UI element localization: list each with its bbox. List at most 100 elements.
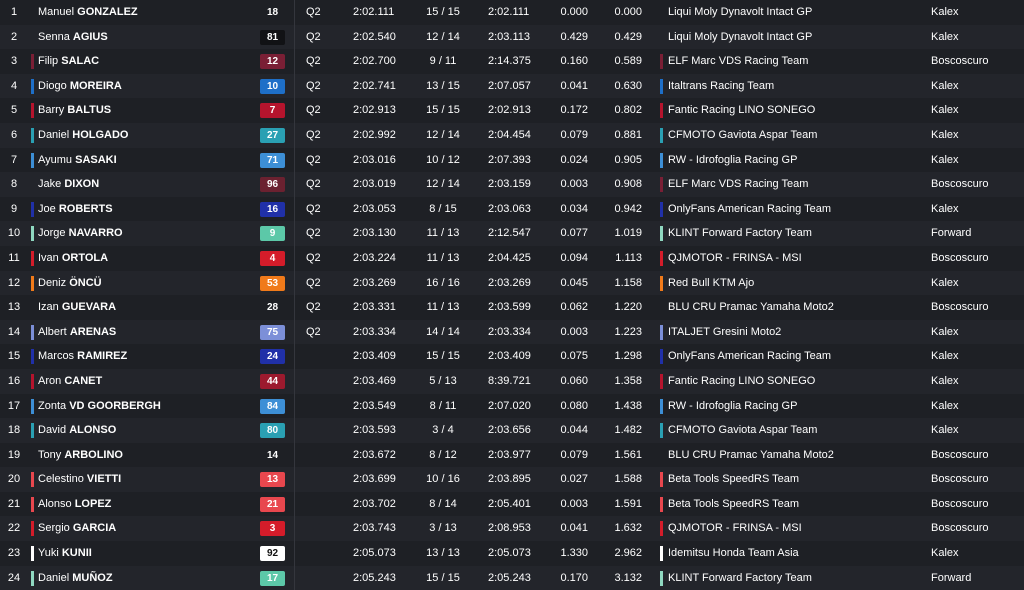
rider-last-name: CANET	[64, 374, 103, 387]
table-row[interactable]: 23 Yuki KUNII 92 2:05.073 13 / 13 2:05.0…	[0, 541, 1024, 566]
rider-first-name: Celestino	[38, 473, 84, 486]
column-divider	[294, 368, 295, 394]
rider-number-badge: 21	[260, 496, 285, 512]
gap-leader: 2.962	[614, 547, 642, 560]
table-row[interactable]: 10 Jorge NAVARRO 9 Q2 2:03.130 11 / 13 2…	[0, 221, 1024, 246]
rider-name[interactable]: Joe ROBERTS	[38, 197, 113, 222]
rider-team-color-bar	[31, 496, 34, 512]
table-row[interactable]: 19 Tony ARBOLINO 14 2:03.672 8 / 12 2:03…	[0, 442, 1024, 468]
rider-name[interactable]: Celestino VIETTI	[38, 467, 121, 492]
last-lap-time: 2:08.953	[488, 522, 531, 535]
table-row[interactable]: 11 Ivan ORTOLA 4 Q2 2:03.224 11 / 13 2:0…	[0, 245, 1024, 271]
rider-number-badge: 28	[266, 302, 279, 314]
team-name: KLINT Forward Factory Team	[668, 571, 812, 584]
table-row[interactable]: 4 Diogo MOREIRA 10 Q2 2:02.741 13 / 15 2…	[0, 73, 1024, 99]
position: 15	[7, 350, 21, 363]
rider-name[interactable]: Senna AGIUS	[38, 25, 108, 50]
table-row[interactable]: 12 Deniz ÖNCÜ 53 Q2 2:03.269 16 / 16 2:0…	[0, 270, 1024, 296]
rider-number-badge: 10	[260, 78, 285, 94]
best-lap-time: 2:02.992	[353, 128, 396, 141]
rider-name[interactable]: Diogo MOREIRA	[38, 74, 122, 99]
constructor-name: Kalex	[931, 325, 959, 338]
position: 13	[7, 301, 21, 314]
rider-team-color-bar	[31, 250, 34, 266]
last-lap-time: 2:03.113	[488, 30, 531, 43]
rider-name[interactable]: Alonso LOPEZ	[38, 492, 111, 517]
column-divider	[294, 245, 295, 271]
best-lap-time: 2:03.269	[353, 276, 396, 289]
rider-name[interactable]: Manuel GONZALEZ	[38, 0, 138, 25]
table-row[interactable]: 21 Alonso LOPEZ 21 2:03.702 8 / 14 2:05.…	[0, 491, 1024, 517]
rider-first-name: Ivan	[38, 251, 59, 264]
rider-name[interactable]: Sergio GARCIA	[38, 516, 116, 541]
best-lap-time: 2:03.549	[353, 399, 396, 412]
rider-name[interactable]: David ALONSO	[38, 418, 116, 443]
table-row[interactable]: 24 Daniel MUÑOZ 17 2:05.243 15 / 15 2:05…	[0, 565, 1024, 590]
last-lap-time: 8:39.721	[488, 374, 531, 387]
table-row[interactable]: 7 Ayumu SASAKI 71 Q2 2:03.016 10 / 12 2:…	[0, 147, 1024, 173]
position: 6	[10, 128, 18, 141]
rider-name[interactable]: Yuki KUNII	[38, 541, 92, 566]
gap-previous: 0.034	[560, 202, 588, 215]
table-row[interactable]: 3 Filip SALAC 12 Q2 2:02.700 9 / 11 2:14…	[0, 49, 1024, 74]
team-color-bar	[660, 103, 663, 119]
best-lap-time: 2:05.243	[353, 571, 396, 584]
table-row[interactable]: 14 Albert ARENAS 75 Q2 2:03.334 14 / 14 …	[0, 319, 1024, 345]
rider-name[interactable]: Filip SALAC	[38, 49, 99, 74]
classification-table: 1 Manuel GONZALEZ 18 Q2 2:02.111 15 / 15…	[0, 0, 1024, 590]
rider-team-color-bar	[31, 373, 34, 389]
table-row[interactable]: 15 Marcos RAMIREZ 24 2:03.409 15 / 15 2:…	[0, 344, 1024, 369]
laps-count: 8 / 12	[429, 448, 457, 461]
laps-count: 13 / 13	[426, 547, 460, 560]
best-lap-time: 2:03.019	[353, 178, 396, 191]
rider-name[interactable]: Jorge NAVARRO	[38, 221, 123, 246]
last-lap-time: 2:03.269	[488, 276, 531, 289]
table-row[interactable]: 5 Barry BALTUS 7 Q2 2:02.913 15 / 15 2:0…	[0, 98, 1024, 123]
rider-name[interactable]: Ayumu SASAKI	[38, 148, 117, 173]
rider-number-badge: 75	[260, 324, 285, 340]
last-lap-time: 2:12.547	[488, 227, 531, 240]
rider-name[interactable]: Jake DIXON	[38, 172, 99, 197]
rider-name[interactable]: Barry BALTUS	[38, 98, 111, 123]
table-row[interactable]: 16 Aron CANET 44 2:03.469 5 / 13 8:39.72…	[0, 368, 1024, 394]
rider-name[interactable]: Daniel HOLGADO	[38, 123, 128, 148]
laps-count: 15 / 15	[426, 571, 460, 584]
rider-name[interactable]: Zonta VD GOORBERGH	[38, 394, 161, 419]
table-row[interactable]: 2 Senna AGIUS 81 Q2 2:02.540 12 / 14 2:0…	[0, 24, 1024, 50]
table-row[interactable]: 20 Celestino VIETTI 13 2:03.699 10 / 16 …	[0, 467, 1024, 492]
gap-previous: 0.003	[560, 325, 588, 338]
gap-previous: 0.027	[560, 473, 588, 486]
rider-name[interactable]: Ivan ORTOLA	[38, 246, 108, 271]
rider-name[interactable]: Daniel MUÑOZ	[38, 566, 113, 590]
table-row[interactable]: 6 Daniel HOLGADO 27 Q2 2:02.992 12 / 14 …	[0, 122, 1024, 148]
column-divider	[294, 295, 295, 320]
rider-name[interactable]: Marcos RAMIREZ	[38, 344, 127, 369]
rider-last-name: ÖNCÜ	[69, 276, 102, 289]
position: 8	[10, 178, 18, 191]
session-label: Q2	[306, 202, 321, 215]
table-row[interactable]: 17 Zonta VD GOORBERGH 84 2:03.549 8 / 11…	[0, 393, 1024, 419]
table-row[interactable]: 9 Joe ROBERTS 16 Q2 2:03.053 8 / 15 2:03…	[0, 196, 1024, 222]
best-lap-time: 2:03.053	[353, 202, 396, 215]
rider-name[interactable]: Deniz ÖNCÜ	[38, 271, 102, 296]
rider-name[interactable]: Aron CANET	[38, 369, 102, 394]
rider-first-name: Ayumu	[38, 153, 73, 166]
team-name: Liqui Moly Dynavolt Intact GP	[668, 30, 813, 43]
table-row[interactable]: 13 Izan GUEVARA 28 Q2 2:03.331 11 / 13 2…	[0, 295, 1024, 320]
gap-leader: 1.591	[614, 497, 642, 510]
position: 17	[7, 399, 21, 412]
table-row[interactable]: 22 Sergio GARCIA 3 2:03.743 3 / 13 2:08.…	[0, 516, 1024, 542]
gap-leader: 1.158	[614, 276, 642, 289]
rider-last-name: ROBERTS	[58, 202, 113, 215]
table-row[interactable]: 8 Jake DIXON 96 Q2 2:03.019 12 / 14 2:03…	[0, 172, 1024, 197]
rider-name[interactable]: Tony ARBOLINO	[38, 443, 123, 468]
rider-name[interactable]: Izan GUEVARA	[38, 295, 116, 320]
table-row[interactable]: 1 Manuel GONZALEZ 18 Q2 2:02.111 15 / 15…	[0, 0, 1024, 25]
constructor-name: Kalex	[931, 276, 959, 289]
gap-leader: 0.905	[614, 153, 642, 166]
gap-previous: 0.094	[560, 251, 588, 264]
best-lap-time: 2:03.224	[353, 251, 396, 264]
rider-first-name: Filip	[38, 55, 59, 68]
table-row[interactable]: 18 David ALONSO 80 2:03.593 3 / 4 2:03.6…	[0, 418, 1024, 443]
rider-name[interactable]: Albert ARENAS	[38, 320, 116, 345]
